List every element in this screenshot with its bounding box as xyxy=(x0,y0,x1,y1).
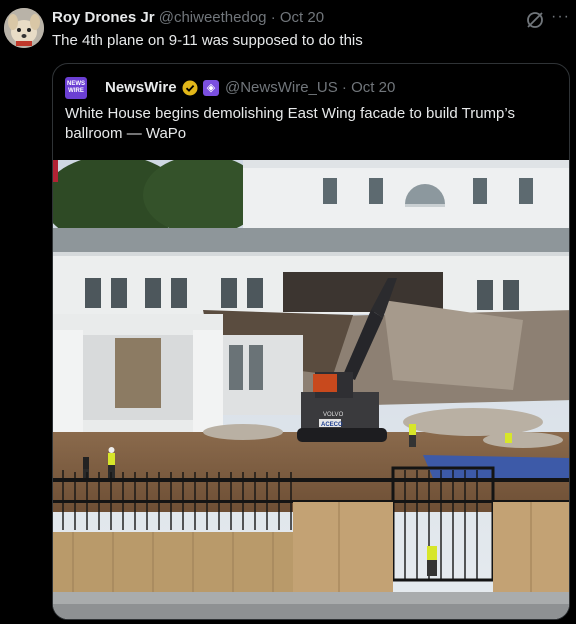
quoted-post[interactable]: NEWS WIRE NewsWire ◈ @NewsWire_US · Oct … xyxy=(52,63,570,620)
post-text: The 4th plane on 9-11 was supposed to do… xyxy=(52,32,363,49)
affiliate-badge-icon: ◈ xyxy=(203,80,219,96)
excavator-brand: VOLVO xyxy=(323,412,344,418)
avatar[interactable] xyxy=(4,8,44,48)
post-date[interactable]: Oct 20 xyxy=(280,9,324,26)
post[interactable]: Roy Drones Jr @chiweethedog · Oct 20 ···… xyxy=(0,0,576,624)
separator-dot: · xyxy=(270,9,276,26)
separator-dot: · xyxy=(341,79,347,96)
verified-badge-icon xyxy=(182,80,198,96)
author-name[interactable]: Roy Drones Jr xyxy=(52,9,155,26)
demolition-photo[interactable]: VOLVO ACECO xyxy=(53,160,569,619)
more-options-icon[interactable]: ··· xyxy=(551,8,570,26)
quoted-author-name[interactable]: NewsWire xyxy=(105,77,177,99)
quoted-handle-date: @NewsWire_US · Oct 20 xyxy=(225,77,395,99)
grok-icon[interactable] xyxy=(524,9,546,31)
author-handle[interactable]: @chiweethedog xyxy=(159,9,267,26)
quoted-date[interactable]: Oct 20 xyxy=(351,79,395,96)
newswire-logo[interactable]: NEWS WIRE xyxy=(65,77,87,99)
quoted-handle[interactable]: @NewsWire_US xyxy=(225,79,338,96)
excavator-sticker: ACECO xyxy=(321,422,343,428)
quoted-text: White House begins demolishing East Wing… xyxy=(65,105,515,142)
post-header: Roy Drones Jr @chiweethedog · Oct 20 xyxy=(52,8,506,28)
